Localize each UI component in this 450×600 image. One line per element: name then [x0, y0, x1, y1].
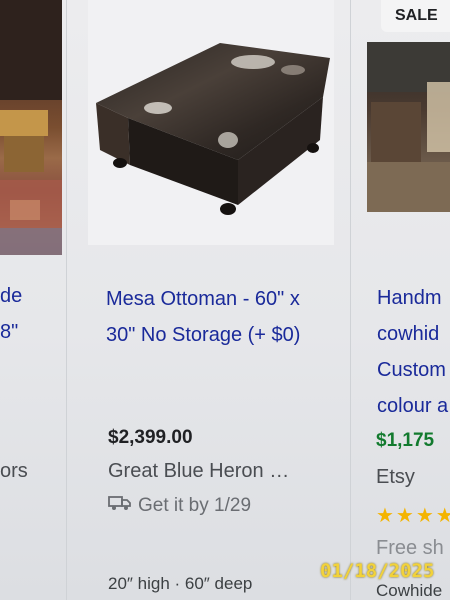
product-dimensions: 20″ high · 60″ deep [108, 574, 253, 593]
shipping-text-right: Free sh [376, 537, 444, 559]
title-line: de [0, 285, 23, 307]
title-line: 8" [0, 321, 19, 343]
product-title-left[interactable]: de 8" [0, 278, 60, 350]
ottoman-photo [96, 43, 330, 215]
title-line: colour a [377, 395, 449, 417]
delivery-text: Get it by 1/29 [138, 495, 252, 516]
product-image-ottoman[interactable] [88, 0, 334, 245]
delivery-estimate: Get it by 1/29 [108, 495, 251, 517]
product-image-right[interactable] [367, 42, 450, 212]
product-card-mesa-ottoman[interactable]: Mesa Ottoman - 60" x 30" No Storage (+ $… [88, 0, 334, 600]
rating-stars: ★★★★ [376, 505, 450, 527]
right-room-photo [367, 42, 450, 212]
product-card-left[interactable]: de 8" ors [0, 0, 64, 600]
title-line: Handm [377, 287, 442, 309]
product-price: $2,399.00 [108, 427, 193, 448]
product-detail-right: Cowhide [376, 581, 443, 600]
photo-date-stamp: 01/18/2025 [320, 560, 435, 582]
delivery-truck-icon [108, 495, 132, 517]
product-title-right[interactable]: Handm cowhid Custom colour a [377, 280, 450, 424]
title-line: Custom [377, 359, 446, 381]
product-image-left[interactable] [0, 0, 62, 255]
seller-left: ors [0, 460, 28, 482]
product-title-mesa-ottoman[interactable]: Mesa Ottoman - 60" x 30" No Storage (+ $… [106, 281, 326, 353]
card-divider [350, 0, 351, 600]
left-room-photo [0, 0, 62, 255]
product-price-right: $1,175 [376, 430, 435, 451]
sale-badge: SALE [381, 0, 450, 32]
shopping-results-screen: de 8" ors Mesa Ottoman - 60" x 30" No St… [0, 0, 450, 600]
seller-name[interactable]: Great Blue Heron … [108, 460, 289, 483]
seller-name-right[interactable]: Etsy [376, 466, 415, 489]
card-divider [66, 0, 67, 600]
title-line: cowhid [377, 323, 440, 345]
